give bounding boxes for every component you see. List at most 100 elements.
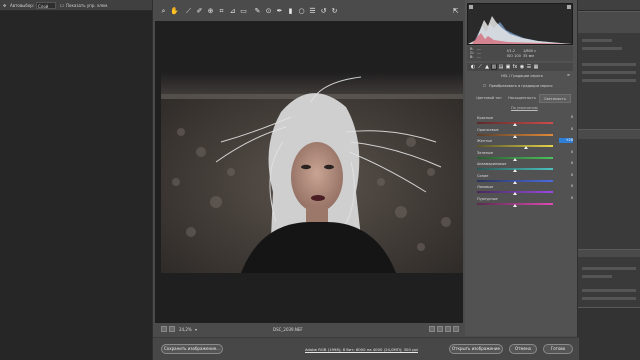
- transform-icon[interactable]: ▭: [239, 6, 248, 16]
- cancel-button[interactable]: Отмена: [509, 344, 537, 354]
- move-tool-icon[interactable]: ✥: [3, 3, 6, 8]
- slider-row[interactable]: Зеленые 0: [477, 150, 573, 162]
- zoom-dropdown-icon[interactable]: ▾: [195, 327, 197, 332]
- hand-icon[interactable]: ✋: [170, 6, 179, 16]
- slider-label: Зеленые: [477, 150, 493, 155]
- camera-calibration-tab-icon[interactable]: ◉: [519, 64, 525, 70]
- slider-thumb[interactable]: [513, 169, 517, 172]
- slider-value[interactable]: 0: [559, 115, 573, 120]
- slider-value[interactable]: 0: [559, 150, 573, 155]
- zoom-level[interactable]: 24,2%: [179, 327, 192, 332]
- shutter-speed: 1/800 с: [523, 49, 537, 53]
- slider-value[interactable]: 0: [559, 161, 573, 166]
- slider-label: Синие: [477, 173, 489, 178]
- spot-removal-icon[interactable]: ✎: [253, 6, 262, 16]
- open-image-button[interactable]: Открыть изображение: [449, 344, 503, 354]
- white-balance-icon[interactable]: ⟋: [184, 6, 193, 16]
- image-preview-area[interactable]: [155, 21, 463, 323]
- shadow-clip-warning[interactable]: [469, 5, 473, 9]
- panel-row[interactable]: [582, 39, 612, 42]
- panel-row[interactable]: [582, 79, 636, 82]
- tab-hue[interactable]: Цветовой тон: [473, 94, 505, 103]
- preferences-icon[interactable]: ☰: [308, 6, 317, 16]
- done-button[interactable]: Готово: [543, 344, 573, 354]
- slider-row[interactable]: Аквамариновые 0: [477, 161, 573, 173]
- lens-tab-icon[interactable]: ▣: [505, 64, 511, 70]
- panel-row[interactable]: [582, 267, 636, 270]
- panel-menu-icon[interactable]: ≡: [567, 73, 570, 77]
- fullscreen-icon[interactable]: ⇱: [451, 6, 460, 16]
- straighten-icon[interactable]: ⊿: [228, 6, 237, 16]
- basic-tab-icon[interactable]: ◐: [470, 64, 476, 70]
- layer-select[interactable]: Слой: [36, 2, 56, 9]
- slider-row[interactable]: Красные 0: [477, 115, 573, 127]
- slider-value[interactable]: 0: [559, 173, 573, 178]
- slider-value[interactable]: +28: [559, 138, 573, 143]
- slider-thumb[interactable]: [513, 180, 517, 184]
- panel-row[interactable]: [582, 71, 636, 74]
- split-toning-tab-icon[interactable]: ▤: [498, 64, 504, 70]
- aperture: f/1.2: [507, 49, 515, 53]
- show-transform-label: Показать упр. элем.: [66, 3, 109, 8]
- slider-row[interactable]: Лиловые 0: [477, 184, 573, 196]
- tab-saturation[interactable]: Насыщенность: [505, 94, 539, 103]
- slider-thumb[interactable]: [513, 134, 517, 138]
- slider-row[interactable]: Пурпурные 0: [477, 196, 573, 208]
- dialog-bottom-bar: Сохранить изображение... Adobe RGB (1998…: [153, 337, 579, 360]
- tone-curve-tab-icon[interactable]: ⟋: [477, 64, 483, 70]
- file-name: DSC_2039.NEF: [273, 327, 303, 332]
- slider-track[interactable]: [477, 145, 553, 147]
- toggle-preview-button[interactable]: [161, 326, 167, 332]
- tab-luminance[interactable]: Светимость: [539, 94, 571, 103]
- slider-thumb[interactable]: [523, 146, 528, 149]
- panel-row[interactable]: [582, 63, 636, 66]
- layer-select-value: Слой: [38, 4, 49, 9]
- detail-tab-icon[interactable]: ▲: [484, 64, 490, 70]
- camera-raw-dialog: ⌕ ✋ ⟋ ✐ ⊕ ⌗ ⊿ ▭ ✎ ⊙ ✒ ▮ ○ ☰ ↺ ↻ ⇱ 24,2% …: [152, 0, 579, 360]
- before-after-button[interactable]: [437, 326, 443, 332]
- panel-row[interactable]: [582, 275, 612, 278]
- rotate-right-icon[interactable]: ↻: [330, 6, 339, 16]
- settings-button[interactable]: [453, 326, 459, 332]
- red-eye-icon[interactable]: ⊙: [264, 6, 273, 16]
- presets-tab-icon[interactable]: ☰: [526, 64, 532, 70]
- highlight-clip-warning[interactable]: [567, 5, 571, 9]
- view-mode-y-button[interactable]: [429, 326, 435, 332]
- snapshots-tab-icon[interactable]: ▦: [533, 64, 539, 70]
- radial-filter-icon[interactable]: ○: [297, 6, 306, 16]
- section-title: HSL / Градации серого: [501, 74, 543, 78]
- convert-gray-checkbox[interactable]: ☐: [483, 84, 486, 88]
- slider-value[interactable]: 0: [559, 196, 573, 201]
- show-transform-checkbox[interactable]: ☐: [60, 3, 64, 8]
- panel-row[interactable]: [582, 47, 622, 50]
- slider-thumb[interactable]: [513, 192, 517, 195]
- auto-select-label[interactable]: Автовыбор:: [10, 3, 34, 8]
- slider-value[interactable]: 0: [559, 184, 573, 189]
- slider-thumb[interactable]: [513, 157, 517, 161]
- swap-button[interactable]: [445, 326, 451, 332]
- slider-value[interactable]: 0: [559, 127, 573, 132]
- adjustment-brush-icon[interactable]: ✒: [275, 6, 284, 16]
- slider-label: Пурпурные: [477, 196, 498, 201]
- slider-thumb[interactable]: [513, 203, 517, 207]
- crop-icon[interactable]: ⌗: [217, 6, 226, 16]
- save-image-button[interactable]: Сохранить изображение...: [161, 344, 223, 354]
- hsl-tab-icon[interactable]: ▥: [491, 64, 497, 70]
- slider-thumb[interactable]: [513, 123, 517, 126]
- rotate-left-icon[interactable]: ↺: [319, 6, 328, 16]
- zoom-out-button[interactable]: [169, 326, 175, 332]
- slider-row[interactable]: Оранжевые 0: [477, 127, 573, 139]
- panel-row[interactable]: [582, 297, 636, 300]
- slider-row[interactable]: Синие 0: [477, 173, 573, 185]
- defaults-link[interactable]: По умолчанию: [511, 106, 538, 110]
- graduated-filter-icon[interactable]: ▮: [286, 6, 295, 16]
- slider-label: Желтые: [477, 139, 493, 143]
- workflow-options-link[interactable]: Adobe RGB (1998); 8 бит; 6000 на 4000 (2…: [305, 347, 418, 352]
- effects-tab-icon[interactable]: fx: [512, 64, 518, 70]
- color-sampler-icon[interactable]: ✐: [195, 6, 204, 16]
- panel-row[interactable]: [582, 289, 636, 292]
- zoom-icon[interactable]: ⌕: [159, 6, 168, 16]
- slider-row[interactable]: Желтые +28: [477, 138, 573, 150]
- convert-gray-label: Преобразовать в градации серого: [489, 84, 553, 88]
- targeted-adjust-icon[interactable]: ⊕: [206, 6, 215, 16]
